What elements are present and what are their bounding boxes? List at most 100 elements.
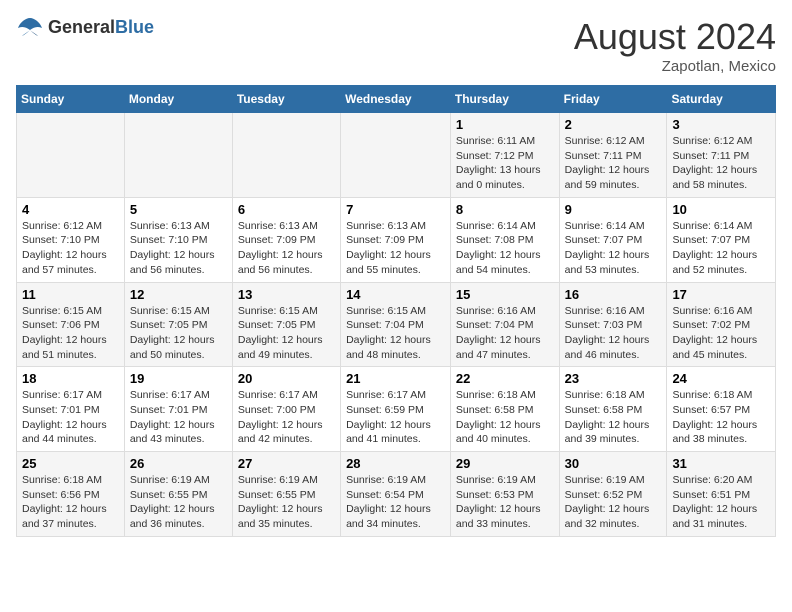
calendar-cell	[17, 113, 125, 198]
day-info: Sunrise: 6:12 AMSunset: 7:11 PMDaylight:…	[672, 134, 770, 193]
calendar-header: SundayMondayTuesdayWednesdayThursdayFrid…	[17, 86, 776, 113]
day-number: 28	[346, 456, 445, 471]
calendar-cell: 30 Sunrise: 6:19 AMSunset: 6:52 PMDayligh…	[559, 452, 667, 537]
calendar-cell	[232, 113, 340, 198]
day-number: 24	[672, 371, 770, 386]
day-info: Sunrise: 6:18 AMSunset: 6:57 PMDaylight:…	[672, 388, 770, 447]
day-info: Sunrise: 6:12 AMSunset: 7:11 PMDaylight:…	[565, 134, 662, 193]
day-info: Sunrise: 6:17 AMSunset: 7:01 PMDaylight:…	[130, 388, 227, 447]
calendar-cell	[124, 113, 232, 198]
day-info: Sunrise: 6:20 AMSunset: 6:51 PMDaylight:…	[672, 473, 770, 532]
day-number: 8	[456, 202, 554, 217]
calendar-cell: 1Sunrise: 6:11 AMSunset: 7:12 PMDaylight…	[450, 113, 559, 198]
logo-text: GeneralBlue	[48, 17, 154, 38]
day-info: Sunrise: 6:14 AMSunset: 7:08 PMDaylight:…	[456, 219, 554, 278]
day-info: Sunrise: 6:17 AMSunset: 7:00 PMDaylight:…	[238, 388, 335, 447]
calendar-cell: 2 Sunrise: 6:12 AMSunset: 7:11 PMDaylight…	[559, 113, 667, 198]
day-number: 31	[672, 456, 770, 471]
calendar-cell: 7 Sunrise: 6:13 AMSunset: 7:09 PMDaylight…	[341, 197, 451, 282]
calendar-cell: 21Sunrise: 6:17 AMSunset: 6:59 PMDayligh…	[341, 367, 451, 452]
calendar-cell: 4 Sunrise: 6:12 AMSunset: 7:10 PMDaylight…	[17, 197, 125, 282]
calendar-cell: 24 Sunrise: 6:18 AMSunset: 6:57 PMDayligh…	[667, 367, 776, 452]
day-info: Sunrise: 6:18 AMSunset: 6:58 PMDaylight:…	[456, 388, 554, 447]
day-number: 17	[672, 287, 770, 302]
calendar-cell: 6 Sunrise: 6:13 AMSunset: 7:09 PMDaylight…	[232, 197, 340, 282]
calendar-cell: 22 Sunrise: 6:18 AMSunset: 6:58 PMDayligh…	[450, 367, 559, 452]
calendar-week-1: 1Sunrise: 6:11 AMSunset: 7:12 PMDaylight…	[17, 113, 776, 198]
day-info: Sunrise: 6:11 AMSunset: 7:12 PMDaylight:…	[456, 134, 554, 193]
day-info: Sunrise: 6:18 AMSunset: 6:58 PMDaylight:…	[565, 388, 662, 447]
calendar-cell: 23Sunrise: 6:18 AMSunset: 6:58 PMDayligh…	[559, 367, 667, 452]
day-info: Sunrise: 6:13 AMSunset: 7:09 PMDaylight:…	[346, 219, 445, 278]
col-header-thursday: Thursday	[450, 86, 559, 113]
day-number: 18	[22, 371, 119, 386]
day-info: Sunrise: 6:13 AMSunset: 7:09 PMDaylight:…	[238, 219, 335, 278]
calendar-cell	[341, 113, 451, 198]
day-info: Sunrise: 6:16 AMSunset: 7:04 PMDaylight:…	[456, 304, 554, 363]
calendar-cell: 3 Sunrise: 6:12 AMSunset: 7:11 PMDaylight…	[667, 113, 776, 198]
calendar-cell: 13 Sunrise: 6:15 AMSunset: 7:05 PMDayligh…	[232, 282, 340, 367]
calendar-cell: 9Sunrise: 6:14 AMSunset: 7:07 PMDaylight…	[559, 197, 667, 282]
calendar-cell: 15Sunrise: 6:16 AMSunset: 7:04 PMDayligh…	[450, 282, 559, 367]
day-info: Sunrise: 6:19 AMSunset: 6:54 PMDaylight:…	[346, 473, 445, 532]
col-header-tuesday: Tuesday	[232, 86, 340, 113]
header-row: SundayMondayTuesdayWednesdayThursdayFrid…	[17, 86, 776, 113]
col-header-monday: Monday	[124, 86, 232, 113]
day-info: Sunrise: 6:13 AMSunset: 7:10 PMDaylight:…	[130, 219, 227, 278]
day-info: Sunrise: 6:16 AMSunset: 7:02 PMDaylight:…	[672, 304, 770, 363]
day-number: 30	[565, 456, 662, 471]
day-number: 26	[130, 456, 227, 471]
day-info: Sunrise: 6:19 AMSunset: 6:55 PMDaylight:…	[238, 473, 335, 532]
title-block: August 2024 Zapotlan, Mexico	[574, 16, 776, 75]
day-number: 2	[565, 117, 662, 132]
day-number: 21	[346, 371, 445, 386]
day-number: 6	[238, 202, 335, 217]
calendar-cell: 16Sunrise: 6:16 AMSunset: 7:03 PMDayligh…	[559, 282, 667, 367]
calendar-cell: 25Sunrise: 6:18 AMSunset: 6:56 PMDayligh…	[17, 452, 125, 537]
calendar-cell: 20 Sunrise: 6:17 AMSunset: 7:00 PMDayligh…	[232, 367, 340, 452]
logo: GeneralBlue	[16, 16, 154, 38]
day-number: 7	[346, 202, 445, 217]
day-info: Sunrise: 6:12 AMSunset: 7:10 PMDaylight:…	[22, 219, 119, 278]
day-number: 9	[565, 202, 662, 217]
calendar-cell: 17 Sunrise: 6:16 AMSunset: 7:02 PMDayligh…	[667, 282, 776, 367]
calendar-week-5: 25Sunrise: 6:18 AMSunset: 6:56 PMDayligh…	[17, 452, 776, 537]
day-number: 5	[130, 202, 227, 217]
calendar-cell: 11 Sunrise: 6:15 AMSunset: 7:06 PMDayligh…	[17, 282, 125, 367]
day-info: Sunrise: 6:19 AMSunset: 6:52 PMDaylight:…	[565, 473, 662, 532]
calendar-cell: 5 Sunrise: 6:13 AMSunset: 7:10 PMDaylight…	[124, 197, 232, 282]
day-number: 14	[346, 287, 445, 302]
day-number: 20	[238, 371, 335, 386]
calendar-week-4: 18 Sunrise: 6:17 AMSunset: 7:01 PMDayligh…	[17, 367, 776, 452]
day-info: Sunrise: 6:14 AMSunset: 7:07 PMDaylight:…	[672, 219, 770, 278]
day-number: 4	[22, 202, 119, 217]
logo-general: General	[48, 17, 115, 37]
calendar-cell: 18 Sunrise: 6:17 AMSunset: 7:01 PMDayligh…	[17, 367, 125, 452]
day-info: Sunrise: 6:18 AMSunset: 6:56 PMDaylight:…	[22, 473, 119, 532]
location-subtitle: Zapotlan, Mexico	[574, 58, 776, 75]
day-number: 11	[22, 287, 119, 302]
day-number: 13	[238, 287, 335, 302]
day-info: Sunrise: 6:17 AMSunset: 7:01 PMDaylight:…	[22, 388, 119, 447]
day-number: 3	[672, 117, 770, 132]
day-info: Sunrise: 6:19 AMSunset: 6:53 PMDaylight:…	[456, 473, 554, 532]
month-year-title: August 2024	[574, 16, 776, 58]
calendar-table: SundayMondayTuesdayWednesdayThursdayFrid…	[16, 85, 776, 537]
logo-bird-icon	[16, 16, 44, 38]
day-number: 22	[456, 371, 554, 386]
day-info: Sunrise: 6:15 AMSunset: 7:05 PMDaylight:…	[130, 304, 227, 363]
day-number: 19	[130, 371, 227, 386]
day-info: Sunrise: 6:15 AMSunset: 7:05 PMDaylight:…	[238, 304, 335, 363]
calendar-cell: 31 Sunrise: 6:20 AMSunset: 6:51 PMDayligh…	[667, 452, 776, 537]
col-header-sunday: Sunday	[17, 86, 125, 113]
calendar-cell: 10Sunrise: 6:14 AMSunset: 7:07 PMDayligh…	[667, 197, 776, 282]
calendar-cell: 26Sunrise: 6:19 AMSunset: 6:55 PMDayligh…	[124, 452, 232, 537]
day-number: 29	[456, 456, 554, 471]
day-info: Sunrise: 6:15 AMSunset: 7:04 PMDaylight:…	[346, 304, 445, 363]
calendar-body: 1Sunrise: 6:11 AMSunset: 7:12 PMDaylight…	[17, 113, 776, 537]
calendar-week-3: 11 Sunrise: 6:15 AMSunset: 7:06 PMDayligh…	[17, 282, 776, 367]
day-info: Sunrise: 6:15 AMSunset: 7:06 PMDaylight:…	[22, 304, 119, 363]
col-header-saturday: Saturday	[667, 86, 776, 113]
day-number: 27	[238, 456, 335, 471]
col-header-friday: Friday	[559, 86, 667, 113]
